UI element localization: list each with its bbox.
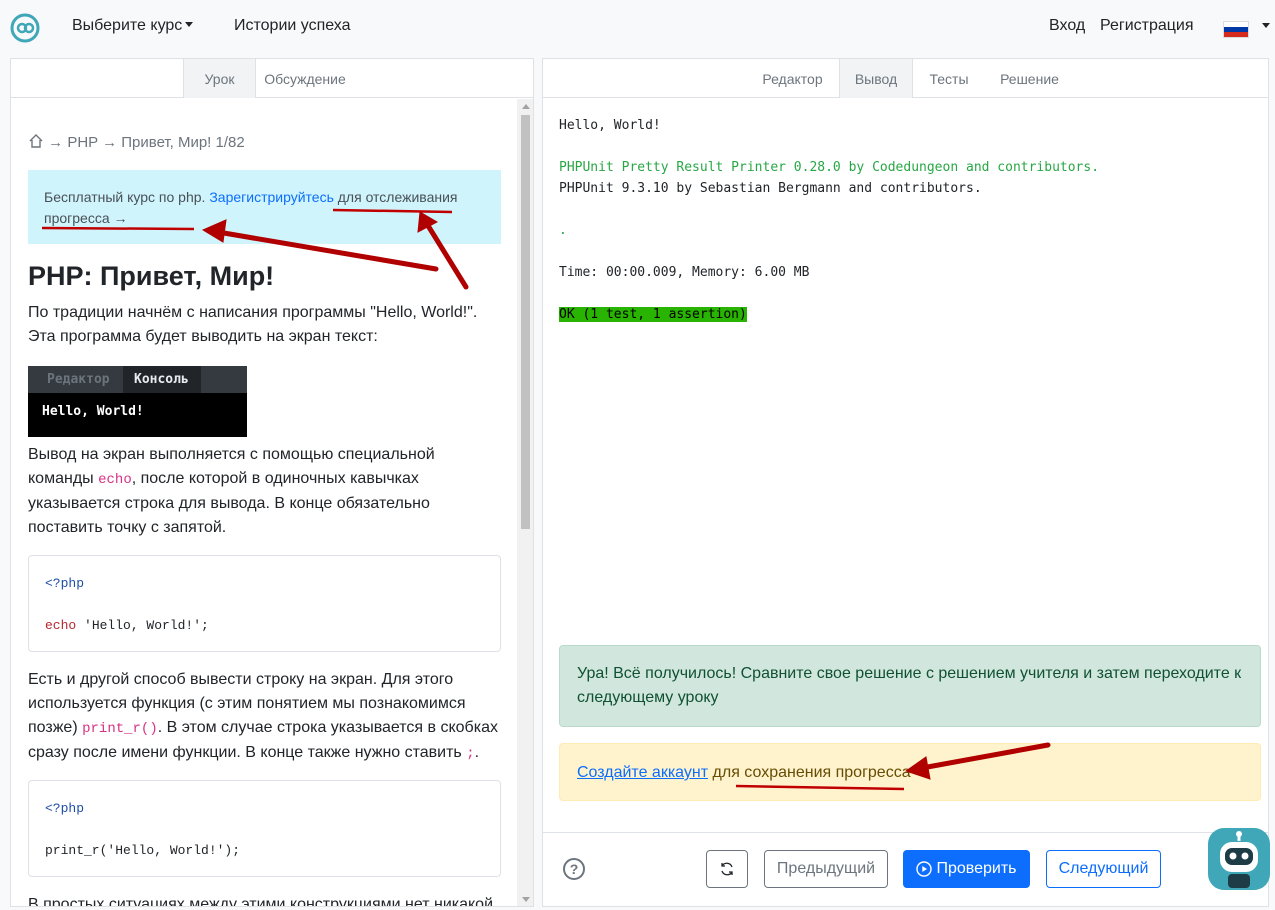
p3-text-c: . [474, 744, 480, 761]
output-line: PHPUnit Pretty Result Printer 0.28.0 by … [559, 160, 1100, 175]
save-progress-text: для сохранения прогресса [712, 764, 911, 781]
workspace-pane: Редактор Вывод Тесты Решение Hello, Worl… [542, 58, 1269, 907]
tab-tests[interactable]: Тесты [913, 59, 985, 98]
breadcrumb-arrow: → [102, 134, 118, 151]
tab-discussion[interactable]: Обсуждение [256, 59, 354, 98]
courses-dropdown-label: Выберите курс [72, 17, 183, 34]
robot-icon [1220, 831, 1258, 888]
echo-arg: 'Hello, World!'; [76, 618, 209, 633]
scroll-down-icon[interactable] [522, 897, 530, 902]
console-example: Редактор Консоль Hello, World! [28, 366, 247, 437]
php-open-tag: <?php [45, 801, 85, 816]
next-button[interactable]: Следующий [1046, 850, 1161, 888]
lesson-toolbar: ? Предыдущий Проверить Следующий [543, 832, 1268, 907]
play-icon [916, 861, 933, 877]
output-line: Hello, World! [559, 118, 661, 133]
login-link[interactable]: Вход [1049, 17, 1085, 35]
reset-button[interactable] [706, 850, 748, 888]
top-navbar: Выберите курс Истории успеха Вход Регист… [0, 0, 1275, 56]
reset-icon [721, 862, 733, 876]
assistant-bot-button[interactable] [1208, 828, 1270, 890]
success-alert: Ура! Всё получилось! Сравните свое решен… [559, 645, 1261, 727]
breadcrumb-arrow: → [48, 134, 64, 151]
print-r-line: print_r('Hello, World!'); [45, 843, 241, 858]
check-button-label: Проверить [936, 860, 1017, 877]
hexlet-logo-icon[interactable] [10, 12, 40, 44]
output-line: . [559, 223, 567, 238]
language-flag-icon[interactable] [1223, 21, 1249, 38]
console-tab-console: Консоль [123, 366, 201, 393]
help-icon[interactable]: ? [563, 858, 585, 880]
ok-result-badge: OK (1 test, 1 assertion) [559, 307, 747, 322]
echo-keyword: echo [45, 618, 77, 633]
console-tab-editor: Редактор [47, 372, 110, 387]
php-open-tag: <?php [45, 576, 85, 591]
breadcrumb-current: Привет, Мир! 1/82 [121, 134, 245, 151]
create-account-link[interactable]: Создайте аккаунт [577, 764, 708, 781]
code-block-echo: <?php echo 'Hello, World!'; [28, 555, 501, 652]
lesson-tabs: Урок Обсуждение [11, 59, 533, 98]
test-output: Hello, World! PHPUnit Pretty Result Print… [559, 115, 1099, 325]
echo-inline-code: echo [98, 472, 132, 488]
success-stories-link[interactable]: Истории успеха [234, 17, 351, 35]
output-line: Time: 00:00.009, Memory: 6.00 MB [559, 265, 810, 280]
language-chevron-down-icon[interactable] [1262, 23, 1270, 28]
home-icon[interactable] [28, 133, 44, 149]
chevron-down-icon [185, 21, 194, 27]
lesson-paragraph-2: Вывод на экран выполняется с помощью спе… [28, 443, 501, 540]
tab-solution[interactable]: Решение [985, 59, 1074, 98]
tab-output[interactable]: Вывод [839, 59, 913, 98]
scroll-thumb[interactable] [521, 115, 530, 529]
lesson-pane: Урок Обсуждение → PHP → Привет, Мир! 1/8… [10, 58, 534, 907]
save-progress-alert: Создайте аккаунт для сохранения прогресс… [559, 743, 1261, 801]
console-output: Hello, World! [42, 404, 144, 419]
register-link[interactable]: Регистрация [1100, 17, 1194, 35]
free-course-alert: Бесплатный курс по php. Зарегистрируйтес… [28, 170, 501, 244]
semicolon-inline-code: ; [466, 746, 475, 762]
check-button[interactable]: Проверить [903, 850, 1030, 888]
lesson-paragraph-4: В простых ситуациях между этими конструк… [28, 896, 494, 907]
code-block-print-r: <?php print_r('Hello, World!'); [28, 780, 501, 877]
lesson-paragraph-3: Есть и другой способ вывести строку на э… [28, 668, 501, 766]
previous-button[interactable]: Предыдущий [764, 850, 888, 888]
lesson-scrollbar[interactable] [517, 99, 533, 906]
courses-dropdown[interactable]: Выберите курс [72, 17, 194, 35]
tab-lesson[interactable]: Урок [183, 59, 256, 98]
workspace-tabs: Редактор Вывод Тесты Решение [543, 59, 1268, 98]
scroll-up-icon[interactable] [522, 104, 530, 109]
breadcrumb-php[interactable]: PHP [67, 134, 98, 151]
lesson-title: PHP: Привет, Мир! [28, 261, 275, 291]
tab-editor[interactable]: Редактор [746, 59, 839, 98]
print-r-inline-code: print_r() [82, 721, 158, 737]
alert-prefix: Бесплатный курс по php. [44, 189, 206, 205]
lesson-paragraph-1: По традиции начнём с написания программы… [28, 304, 478, 345]
output-line: PHPUnit 9.3.10 by Sebastian Bergmann and… [559, 181, 982, 196]
breadcrumb: → PHP → Привет, Мир! 1/82 [28, 133, 245, 151]
register-alert-link[interactable]: Зарегистрируйтесь [209, 189, 334, 205]
